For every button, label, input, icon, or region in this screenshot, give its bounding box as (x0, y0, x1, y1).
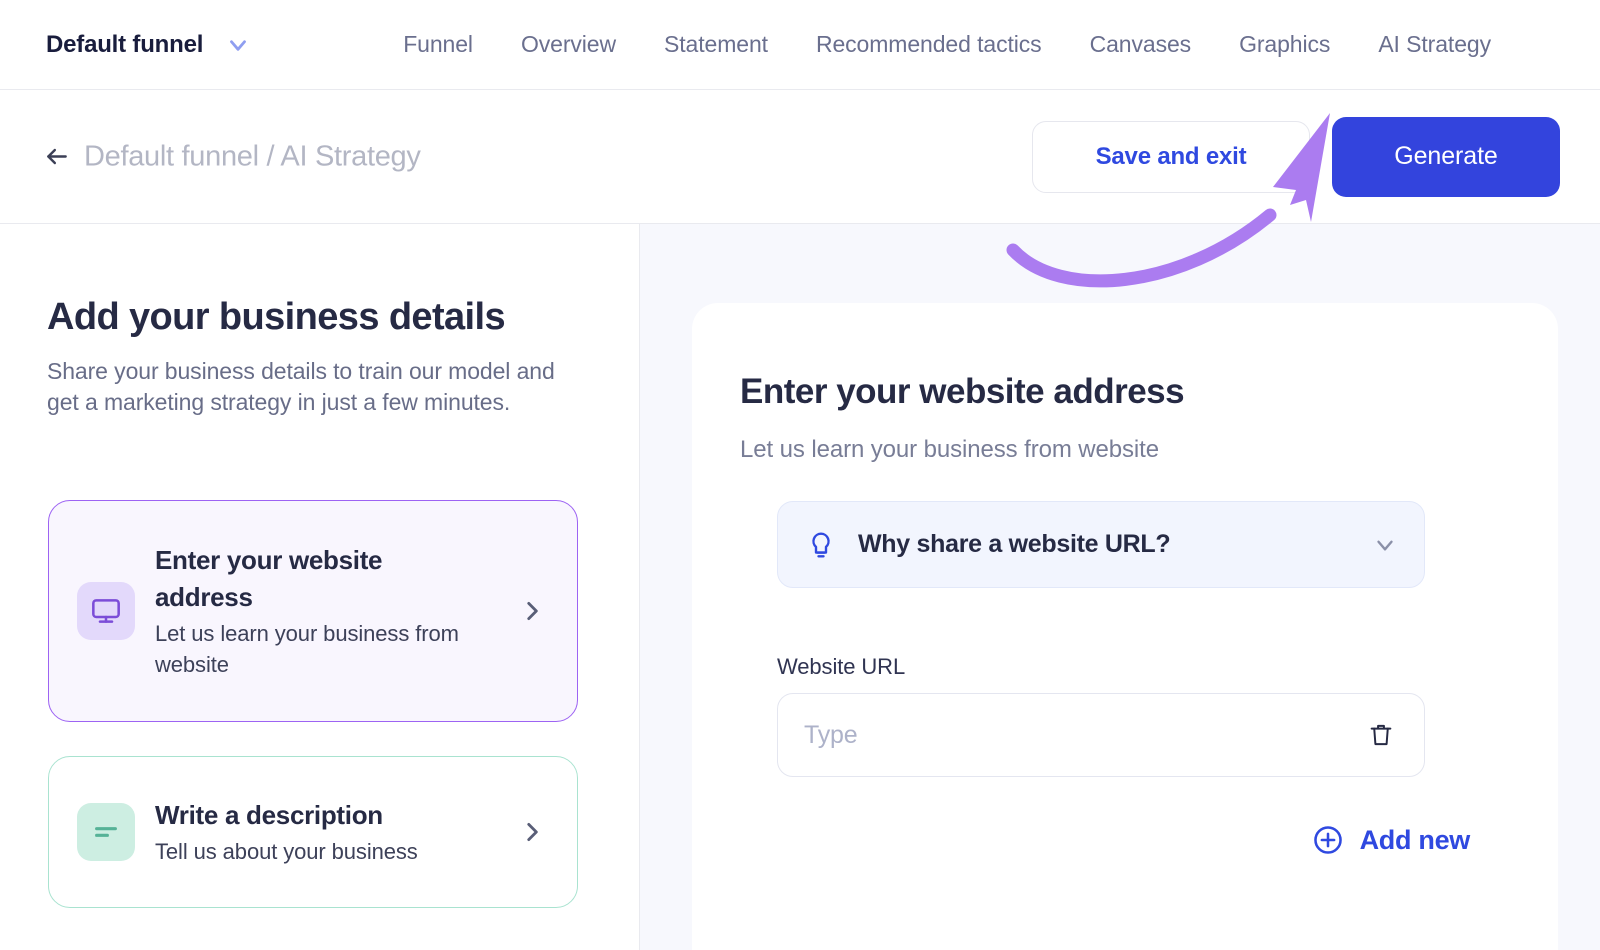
option-card-description: Let us learn your business from website (155, 621, 459, 677)
breadcrumb[interactable]: Default funnel / AI Strategy (44, 140, 421, 173)
nav-link-recommended-tactics[interactable]: Recommended tactics (792, 31, 1066, 58)
business-details-panel: Add your business details Share your bus… (0, 224, 640, 950)
nav-link-ai-strategy[interactable]: AI Strategy (1354, 31, 1521, 58)
body-area: Add your business details Share your bus… (0, 224, 1600, 950)
breadcrumb-label: Default funnel / AI Strategy (84, 140, 421, 172)
page-subtitle: Share your business details to train our… (47, 358, 555, 415)
chevron-down-icon[interactable] (1372, 532, 1398, 558)
website-url-input[interactable] (804, 694, 1364, 776)
option-card-text: Enter your website address Let us learn … (155, 542, 519, 680)
nav-link-graphics[interactable]: Graphics (1215, 31, 1354, 58)
plus-circle-icon (1313, 826, 1342, 854)
action-buttons: Save and exit Generate (1032, 116, 1560, 197)
monitor-icon (77, 582, 135, 640)
page-title: Add your business details (47, 296, 506, 338)
accordion-label: Why share a website URL? (858, 530, 1171, 558)
option-card-website-address[interactable]: Enter your website address Let us learn … (48, 500, 578, 722)
back-arrow-icon[interactable] (44, 144, 70, 170)
form-subtitle: Let us learn your business from website (740, 436, 1159, 463)
chevron-right-icon[interactable] (519, 819, 545, 845)
brand-title: Default funnel (46, 30, 204, 58)
nav-link-statement[interactable]: Statement (640, 31, 792, 58)
option-card-write-description[interactable]: Write a description Tell us about your b… (48, 756, 578, 908)
option-card-description: Tell us about your business (155, 839, 418, 864)
nav-link-funnel[interactable]: Funnel (379, 31, 497, 58)
why-share-url-accordion[interactable]: Why share a website URL? (777, 501, 1425, 588)
app-root: Default funnel Funnel Overview Statement… (0, 0, 1600, 950)
chevron-down-icon[interactable] (225, 32, 251, 58)
website-url-field-row (777, 693, 1425, 777)
nav-link-overview[interactable]: Overview (497, 31, 640, 58)
nav-links: Funnel Overview Statement Recommended ta… (379, 31, 1521, 58)
website-address-form-panel: Enter your website address Let us learn … (640, 224, 1600, 950)
option-card-heading: Write a description (155, 800, 383, 830)
action-bar: Default funnel / AI Strategy Save and ex… (0, 90, 1600, 224)
form-title: Enter your website address (740, 372, 1185, 411)
lightbulb-icon (812, 532, 830, 557)
trash-icon[interactable] (1364, 718, 1398, 752)
save-and-exit-button[interactable]: Save and exit (1032, 120, 1310, 193)
option-card-text: Write a description Tell us about your b… (155, 797, 519, 867)
generate-button[interactable]: Generate (1332, 116, 1560, 197)
top-navigation-bar: Default funnel Funnel Overview Statement… (0, 0, 1600, 90)
chevron-right-icon[interactable] (519, 598, 545, 624)
website-url-label: Website URL (777, 654, 906, 679)
text-lines-icon (77, 803, 135, 861)
add-new-label: Add new (1359, 824, 1471, 855)
option-card-heading: Enter your website address (155, 545, 383, 612)
nav-link-canvases[interactable]: Canvases (1066, 31, 1215, 58)
brand-selector[interactable]: Default funnel (46, 31, 251, 59)
add-new-button[interactable]: Add new (1312, 824, 1470, 856)
